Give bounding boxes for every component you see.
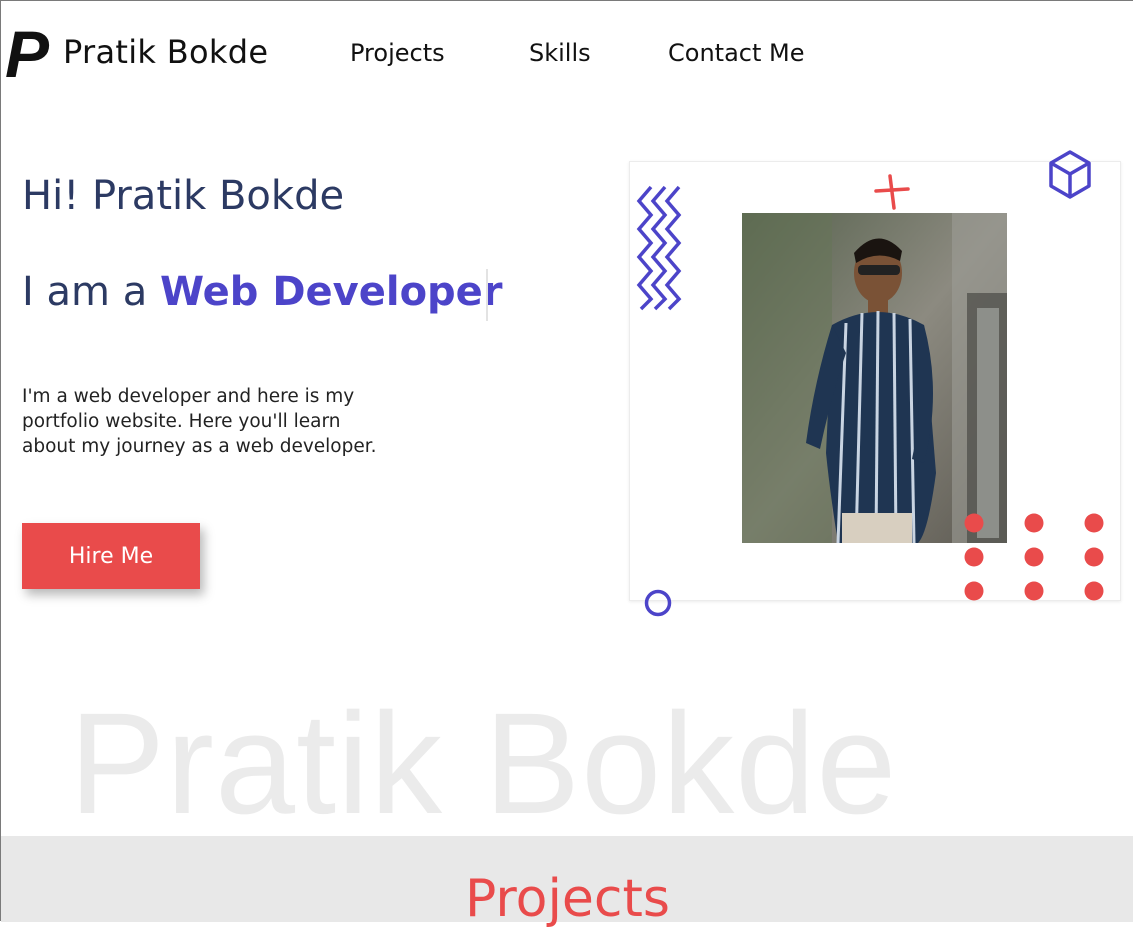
dot-grid-icon [964,513,1104,601]
hero-role: I am a Web Developer [22,269,503,315]
plus-icon [874,174,910,210]
nav-projects-link[interactable]: Projects [350,39,445,67]
circle-icon [644,589,672,617]
name-watermark: Pratik Bokde [69,683,898,844]
projects-section-title: Projects [464,869,670,929]
hero-role-highlight: Web Developer [159,269,503,315]
nav-skills-link[interactable]: Skills [529,39,591,67]
zigzag-icon [636,185,682,311]
hero-greeting: Hi! Pratik Bokde [22,173,345,219]
hire-me-button[interactable]: Hire Me [22,523,200,589]
typing-caret [486,269,488,321]
hero-description: I'm a web developer and here is my portf… [22,386,377,457]
brand-name[interactable]: Pratik Bokde [63,33,268,71]
site-header: P Pratik Bokde Projects Skills Contact M… [1,1,1133,101]
logo-p-icon[interactable]: P [3,21,65,87]
nav-contact-link[interactable]: Contact Me [668,39,804,67]
cube-icon [1049,150,1091,199]
hero-role-prefix: I am a [22,269,160,315]
profile-photo [742,213,1007,543]
svg-text:P: P [5,21,50,87]
